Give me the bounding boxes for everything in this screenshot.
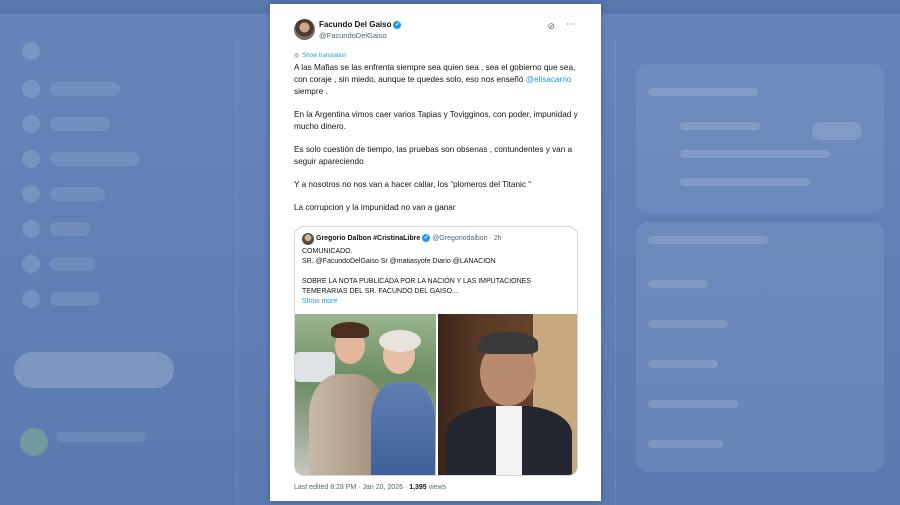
quoted-text-line: SR. @FacundoDelGaiso Sr @matiasyofe Diar… xyxy=(302,258,496,265)
tweet-paragraph: Y a nosotros no nos van a hacer callar, … xyxy=(294,180,531,189)
mention-link[interactable]: @elisacarrio xyxy=(526,75,572,84)
bg-line xyxy=(648,440,723,448)
photo-person-hair xyxy=(478,332,538,354)
tweet-text-segment: siempre . xyxy=(294,87,328,96)
bg-line xyxy=(648,400,738,408)
tweet-card: Facundo Del Gaiso ✓ @FacundoDelGaiso ⊘ ⋯ … xyxy=(270,4,601,501)
quoted-photo-right[interactable] xyxy=(438,314,577,475)
bg-grok-icon xyxy=(22,220,40,238)
verified-badge-icon: ✓ xyxy=(393,20,402,29)
bg-account-avatar xyxy=(20,428,48,456)
bg-line xyxy=(680,122,760,130)
tweet-meta: Last edited 8:28 PM · Jan 20, 2026 · 1,3… xyxy=(294,484,446,491)
more-options-icon[interactable]: ⋯ xyxy=(566,19,577,30)
photo-person-body xyxy=(371,382,435,475)
tweet-paragraph: Es solo cuestión de tiempo, las pruebas … xyxy=(294,145,573,166)
tweet-paragraph: A las Mafias se las enfrenta siempre sea… xyxy=(294,62,584,98)
quoted-text-line: COMUNICADO. xyxy=(302,248,353,255)
translate-icon: ◎ xyxy=(294,53,300,59)
photo-person-shirt xyxy=(496,406,522,475)
quoted-photo-left[interactable] xyxy=(295,314,436,475)
quoted-media xyxy=(295,314,577,475)
bg-lists-icon xyxy=(22,255,40,273)
bg-nav-row xyxy=(50,222,90,236)
quoted-text-line: TEMERARIAS DEL SR. FACUNDO DEL GAISO... xyxy=(302,288,458,295)
quoted-author-avatar[interactable] xyxy=(302,233,314,245)
quoted-author-name[interactable]: Gregorio Dalbon #CristinaLibre xyxy=(316,235,420,242)
bg-profile-icon xyxy=(22,290,40,308)
quoted-author[interactable]: Gregorio Dalbon #CristinaLibre ✓ @Gregori… xyxy=(316,234,502,242)
author-name[interactable]: Facundo Del Gaiso ✓ xyxy=(319,20,402,29)
bg-home-icon xyxy=(22,80,40,98)
bg-line xyxy=(648,88,758,96)
bg-messages-icon xyxy=(22,185,40,203)
author-name-text[interactable]: Facundo Del Gaiso xyxy=(319,20,391,29)
bg-nav-row xyxy=(50,292,100,306)
bg-line xyxy=(648,360,718,368)
show-translation-link[interactable]: ◎ Show translation xyxy=(294,52,347,59)
tweet-paragraph: La corrupcion y la impunidad no van a ga… xyxy=(294,203,456,212)
verified-badge-icon: ✓ xyxy=(422,234,431,242)
bg-nav-row xyxy=(50,187,105,201)
photo-person-hair xyxy=(331,322,369,338)
bg-nav-row xyxy=(50,152,140,166)
bg-nav-row xyxy=(50,117,110,131)
quoted-tweet-text: COMUNICADO. SR. @FacundoDelGaiso Sr @mat… xyxy=(302,247,570,297)
bg-logo-icon xyxy=(22,42,40,60)
show-more-link[interactable]: Show more xyxy=(302,298,337,305)
tweet-header: Facundo Del Gaiso ✓ @FacundoDelGaiso ⊘ ⋯ xyxy=(294,19,591,47)
grok-icon[interactable]: ⊘ xyxy=(547,21,555,32)
views-label: views xyxy=(426,484,447,491)
views-count: 1,395 xyxy=(409,484,427,491)
bg-nav-row xyxy=(50,82,120,96)
edited-timestamp[interactable]: Last edited 8:28 PM · Jan 20, 2026 · xyxy=(294,484,409,491)
author-avatar[interactable] xyxy=(294,19,315,40)
bg-line xyxy=(648,280,708,288)
quoted-author-handle[interactable]: @Gregoriodalbon · 2h xyxy=(432,235,501,242)
tweet-text: A las Mafias se las enfrenta siempre sea… xyxy=(294,62,584,225)
bg-nav-row xyxy=(50,257,95,271)
bg-line xyxy=(648,320,728,328)
bg-notifications-icon xyxy=(22,150,40,168)
bg-follow-button xyxy=(812,122,862,140)
bg-line xyxy=(680,178,810,186)
bg-nav-row xyxy=(56,432,146,442)
author-handle[interactable]: @FacundoDelGaiso xyxy=(319,31,387,40)
bg-post-button xyxy=(14,352,174,388)
bg-line xyxy=(680,150,830,158)
tweet-paragraph: En la Argentina vimos caer varios Tapias… xyxy=(294,110,578,131)
bg-right-panel xyxy=(636,222,884,472)
photo-person-hair xyxy=(379,330,421,352)
quoted-text-line: SOBRE LA NOTA PUBLICADA POR LA NACIÓN Y … xyxy=(302,278,531,285)
quoted-tweet[interactable]: Gregorio Dalbon #CristinaLibre ✓ @Gregori… xyxy=(294,226,578,476)
bg-line xyxy=(648,236,768,244)
show-translation-label[interactable]: Show translation xyxy=(302,53,346,59)
bg-explore-icon xyxy=(22,115,40,133)
